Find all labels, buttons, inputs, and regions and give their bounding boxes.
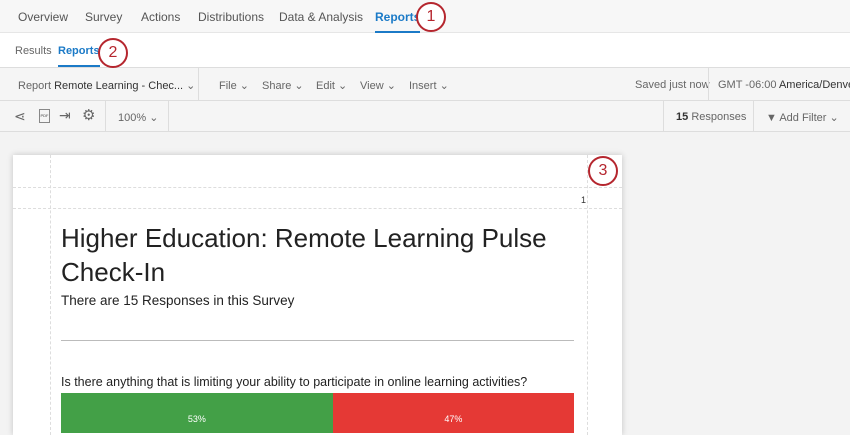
timezone[interactable]: GMT -06:00 America/Denver	[718, 79, 850, 91]
export-icon[interactable]: ⇥	[59, 107, 71, 124]
add-filter-button[interactable]: ▼ Add Filter ⌄	[766, 111, 839, 124]
menu-edit[interactable]: Edit ⌄	[316, 79, 347, 92]
bar-label: 53%	[187, 414, 206, 424]
menu-insert[interactable]: Insert ⌄	[409, 79, 449, 92]
stacked-bar-chart[interactable]: 53% 47%	[61, 393, 574, 433]
bar-label: 47%	[444, 414, 463, 424]
nav-overview[interactable]: Overview	[18, 10, 68, 24]
nav-actions[interactable]: Actions	[141, 10, 180, 24]
share-icon[interactable]: ⋖	[14, 108, 26, 125]
report-name: Remote Learning - Chec...	[54, 80, 184, 92]
callout-3: 3	[588, 156, 618, 186]
divider	[61, 340, 574, 341]
report-subtitle[interactable]: There are 15 Responses in this Survey	[61, 293, 294, 308]
report-title[interactable]: Higher Education: Remote Learning Pulse …	[61, 221, 561, 289]
view-toolbar: ⋖ PDF ⇥ ⚙ 100% ⌄ 15 Responses ▼ Add Filt…	[0, 101, 850, 132]
filter-icon: ▼	[766, 112, 777, 124]
pdf-icon[interactable]: PDF	[39, 109, 50, 123]
gear-icon[interactable]: ⚙	[82, 106, 95, 124]
saved-status: Saved just now	[635, 79, 710, 91]
tab-reports[interactable]: Reports	[58, 45, 100, 67]
report-page: 1 Higher Education: Remote Learning Puls…	[13, 155, 622, 435]
menu-file[interactable]: File ⌄	[219, 79, 249, 92]
chevron-down-icon: ⌄	[186, 80, 196, 92]
nav-survey[interactable]: Survey	[85, 10, 122, 24]
bar-segment-no: 47%	[332, 393, 574, 433]
response-count: 15 Responses	[676, 111, 747, 123]
callout-1: 1	[416, 2, 446, 32]
report-prefix: Report	[18, 80, 52, 92]
tab-results[interactable]: Results	[15, 45, 52, 57]
report-toolbar: Report Remote Learning - Chec... ⌄ File …	[0, 68, 850, 101]
zoom-select[interactable]: 100% ⌄	[118, 111, 158, 124]
report-selector[interactable]: Report Remote Learning - Chec... ⌄	[18, 79, 195, 92]
menu-view[interactable]: View ⌄	[360, 79, 396, 92]
nav-reports[interactable]: Reports	[375, 10, 421, 33]
bar-segment-yes: 53%	[61, 393, 333, 433]
question-text[interactable]: Is there anything that is limiting your …	[61, 375, 527, 389]
menu-share[interactable]: Share ⌄	[262, 79, 304, 92]
nav-distributions[interactable]: Distributions	[198, 10, 264, 24]
page-number: 1	[581, 195, 587, 205]
callout-2: 2	[98, 38, 128, 68]
nav-data-analysis[interactable]: Data & Analysis	[279, 10, 363, 24]
